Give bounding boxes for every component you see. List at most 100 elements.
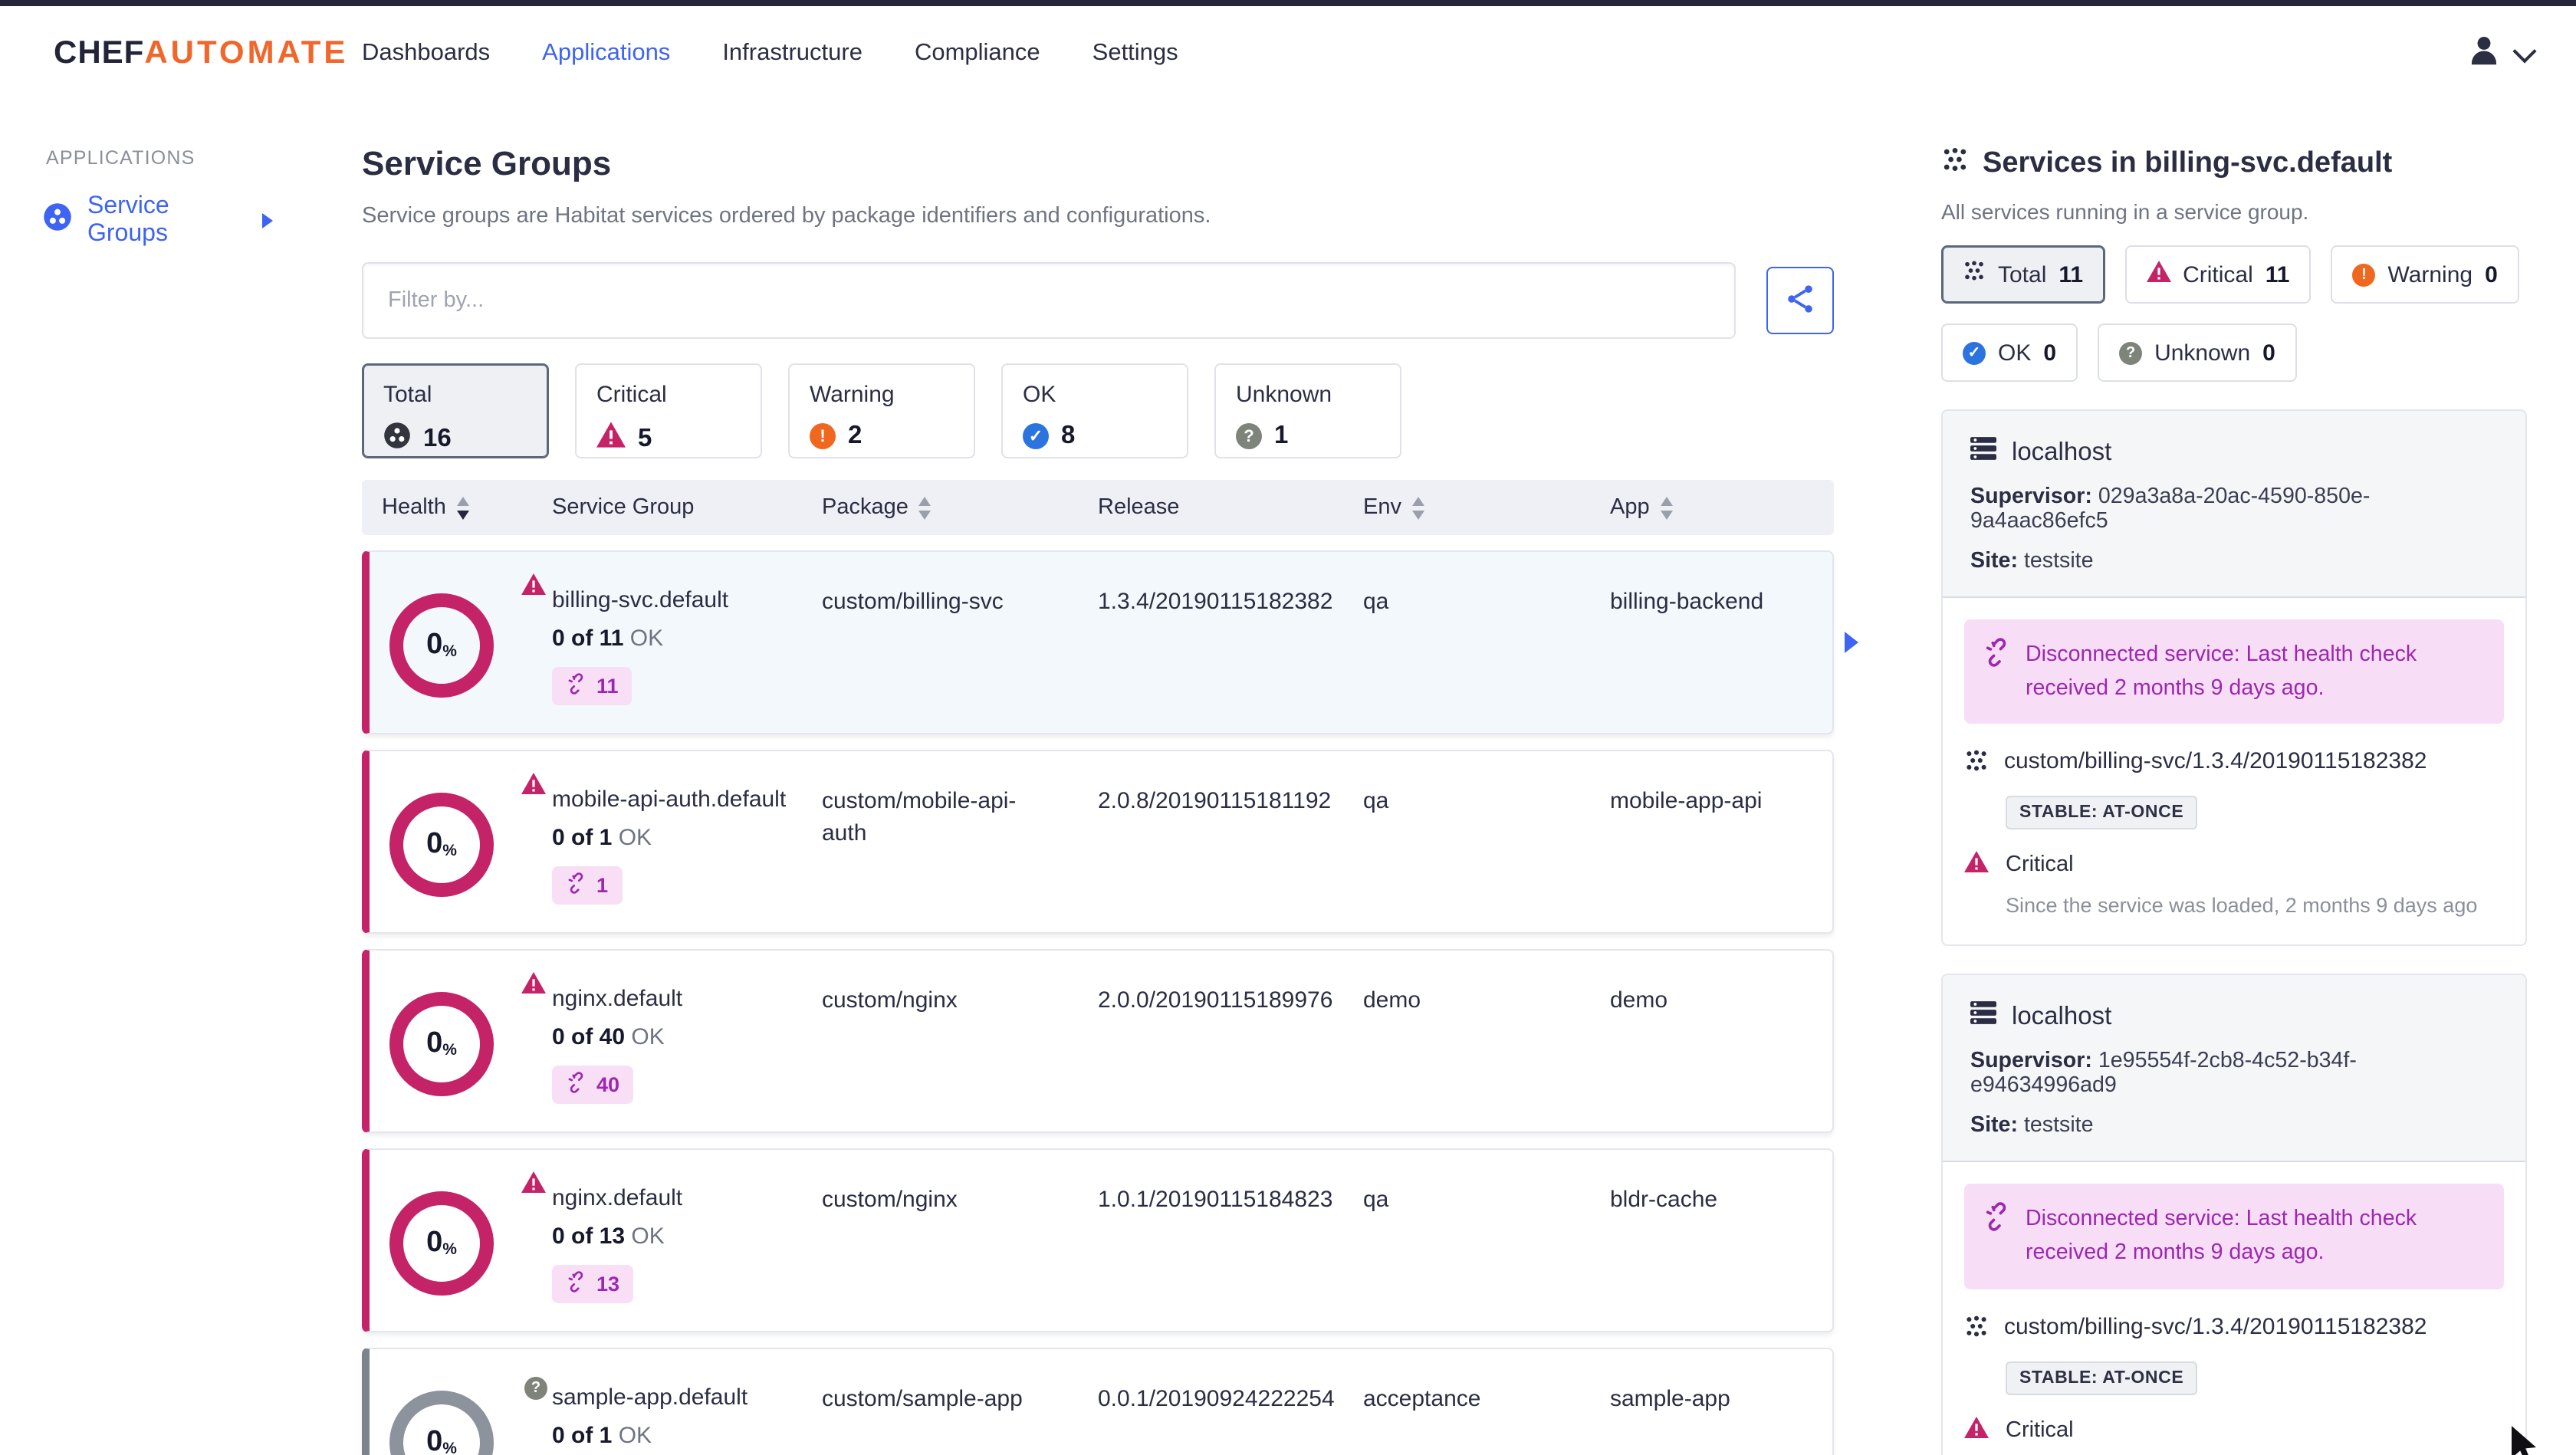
server-icon <box>1970 1000 1996 1034</box>
chip-warning[interactable]: ! Warning 0 <box>2331 245 2519 304</box>
panel-status-chips: Total 11 Critical 11 ! Warning 0 ✓ OK 0 <box>1941 245 2527 382</box>
warning-icon: ! <box>810 423 836 449</box>
column-header-health[interactable]: Health <box>382 495 552 520</box>
site-label: Site: <box>1970 549 2018 573</box>
service-card[interactable]: localhost Supervisor: 1e95554f-2cb8-4c52… <box>1941 974 2527 1455</box>
filter-card-count: 16 <box>423 425 452 452</box>
expand-arrow-icon <box>262 213 273 228</box>
app-cell: sample-app <box>1610 1386 1730 1412</box>
filter-card-total[interactable]: Total 16 <box>362 363 549 458</box>
chip-label: OK <box>1998 340 2032 366</box>
user-icon <box>2464 31 2504 78</box>
column-header-app[interactable]: App <box>1610 495 1834 520</box>
nav-settings[interactable]: Settings <box>1092 40 1178 67</box>
filter-card-unknown[interactable]: Unknown ? 1 <box>1214 363 1401 458</box>
nav-infrastructure[interactable]: Infrastructure <box>722 40 863 67</box>
chip-unknown[interactable]: ? Unknown 0 <box>2098 324 2297 382</box>
chip-count: 0 <box>2262 340 2275 366</box>
unknown-icon: ? <box>1236 423 1262 449</box>
critical-icon <box>521 573 546 603</box>
broken-link-icon <box>566 673 587 699</box>
badge-count: 1 <box>596 874 609 897</box>
health-donut: 0% <box>389 793 494 897</box>
sidebar-item-service-groups[interactable]: Service Groups <box>43 193 273 248</box>
page-subtitle: Service groups are Habitat services orde… <box>362 204 1211 228</box>
release-cell: 0.0.1/20190924222254 <box>1098 1386 1335 1412</box>
status-filter-cards: Total 16 Critical 5 Warning ! 2 OK ✓ 8 U… <box>362 363 1834 458</box>
table-row[interactable]: 0% mobile-api-auth.default 0 of 1 OK 1 c… <box>362 750 1834 934</box>
critical-icon <box>521 1171 546 1200</box>
service-card[interactable]: localhost Supervisor: 029a3a8a-20ac-4590… <box>1941 409 2527 947</box>
nav-applications[interactable]: Applications <box>542 40 670 67</box>
share-button[interactable] <box>1766 267 1834 334</box>
sort-icon[interactable] <box>456 496 469 519</box>
critical-icon <box>596 422 626 455</box>
sort-icon[interactable] <box>1412 496 1424 519</box>
table-row[interactable]: 0% ? sample-app.default 0 of 1 OK 1 cust… <box>362 1348 1834 1455</box>
chip-critical[interactable]: Critical 11 <box>2124 245 2312 304</box>
critical-icon <box>1964 1416 1989 1444</box>
services-panel: Services in billing-svc.default All serv… <box>1941 101 2527 1455</box>
chip-label: Unknown <box>2154 340 2251 366</box>
filter-card-warning[interactable]: Warning ! 2 <box>788 363 975 458</box>
main-area: Service Groups Service groups are Habita… <box>305 101 2576 1455</box>
chip-label: Total <box>1998 261 2047 287</box>
chip-count: 11 <box>2265 261 2290 287</box>
critical-icon <box>2146 260 2171 289</box>
app-cell: billing-backend <box>1610 589 1764 615</box>
table-row[interactable]: 0% nginx.default 0 of 40 OK 40 custom/ng… <box>362 949 1834 1133</box>
nav-dashboards[interactable]: Dashboards <box>362 40 490 67</box>
service-group-list: 0% billing-svc.default 0 of 11 OK 11 cus… <box>362 550 1858 1455</box>
filter-card-ok[interactable]: OK ✓ 8 <box>1001 363 1188 458</box>
filter-card-critical[interactable]: Critical 5 <box>575 363 762 458</box>
broken-link-icon <box>1983 638 2012 706</box>
chip-total[interactable]: Total 11 <box>1941 245 2105 304</box>
channel-badge: STABLE: AT-ONCE <box>2006 796 2198 830</box>
services-grid-icon <box>1963 259 1986 290</box>
column-header-package[interactable]: Package <box>822 495 1098 520</box>
ok-count: 0 of 1 <box>552 1423 613 1449</box>
critical-icon <box>521 972 546 1001</box>
health-donut: 0% <box>389 992 494 1096</box>
app-cell: demo <box>1610 987 1668 1013</box>
critical-icon <box>1964 851 1989 879</box>
column-header-env[interactable]: Env <box>1363 495 1610 520</box>
mouse-cursor <box>2510 1424 2550 1455</box>
package-identifier: custom/billing-svc/1.3.4/20190115182382 <box>2004 748 2427 775</box>
broken-link-icon <box>566 1072 587 1098</box>
supervisor-label: Supervisor: <box>1970 1049 2092 1074</box>
logo-automate: AUTOMATE <box>144 35 349 71</box>
user-menu[interactable] <box>2464 31 2537 78</box>
server-icon <box>1970 435 1996 469</box>
column-header-service-group[interactable]: Service Group <box>552 495 822 520</box>
site-value: testsite <box>2023 1113 2094 1138</box>
package-identifier: custom/billing-svc/1.3.4/20190115182382 <box>2004 1313 2427 1340</box>
package-cell: custom/billing-svc <box>822 589 1004 615</box>
service-group-name: billing-svc.default <box>552 587 729 613</box>
chip-ok[interactable]: ✓ OK 0 <box>1941 324 2078 382</box>
row-open-chevron-icon[interactable] <box>1845 632 1858 653</box>
site-label: Site: <box>1970 1113 2018 1138</box>
table-row[interactable]: 0% billing-svc.default 0 of 11 OK 11 cus… <box>362 550 1858 734</box>
ok-count: 0 of 11 <box>552 626 624 652</box>
app-cell: bldr-cache <box>1610 1187 1718 1213</box>
column-header-release[interactable]: Release <box>1098 495 1363 520</box>
health-donut: 0% <box>389 1191 494 1296</box>
ok-icon: ✓ <box>1963 341 1986 364</box>
filter-row <box>362 262 1834 339</box>
main-nav: Dashboards Applications Infrastructure C… <box>362 6 1178 101</box>
service-group-name: nginx.default <box>552 986 683 1012</box>
nav-compliance[interactable]: Compliance <box>915 40 1040 67</box>
filter-card-count: 5 <box>638 424 652 452</box>
supervisor-label: Supervisor: <box>1970 484 2092 509</box>
sort-icon[interactable] <box>1660 496 1673 519</box>
chef-automate-logo[interactable]: CHEFAUTOMATE <box>54 35 348 72</box>
service-group-name: sample-app.default <box>552 1384 748 1411</box>
host-name: localhost <box>2012 438 2112 465</box>
sort-icon[interactable] <box>918 496 932 519</box>
table-row[interactable]: 0% nginx.default 0 of 13 OK 13 custom/ng… <box>362 1148 1834 1332</box>
ok-suffix: OK <box>618 1423 652 1449</box>
filter-input[interactable] <box>362 262 1736 339</box>
panel-subtitle: All services running in a service group. <box>1941 199 2309 224</box>
service-card-header: localhost Supervisor: 029a3a8a-20ac-4590… <box>1943 411 2525 598</box>
